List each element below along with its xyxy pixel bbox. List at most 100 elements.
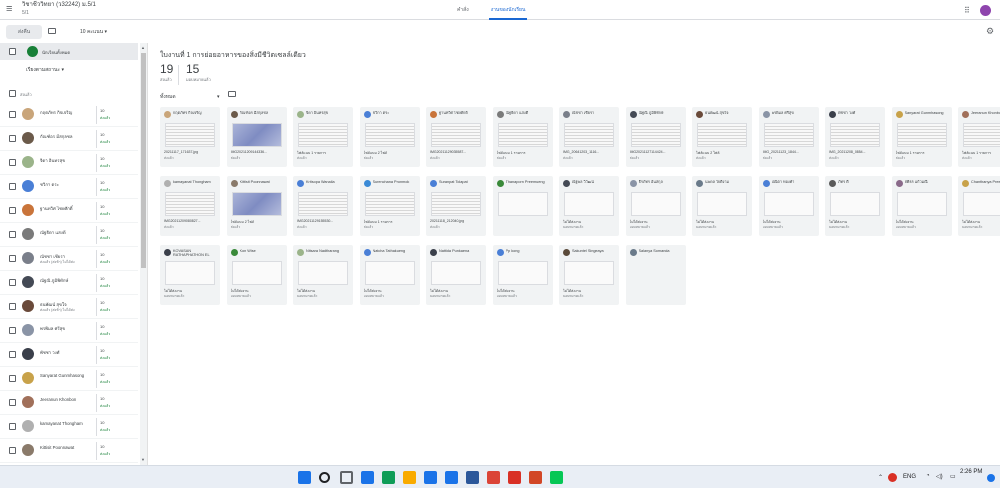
score-value[interactable]: 10 <box>100 300 104 305</box>
student-row[interactable]: ณัฐธิดา แสงดี 10 ส่งแล้ว <box>0 223 138 247</box>
submission-card[interactable]: ณัฐธิดา แสงดี ไฟล์แนบ 1 รายการ ส่งแล้ว <box>492 107 553 167</box>
attachment-thumbnail[interactable] <box>165 123 215 147</box>
student-checkbox[interactable] <box>9 447 16 454</box>
attachment-thumbnail[interactable] <box>896 192 947 216</box>
attachment-thumbnail[interactable] <box>165 192 215 216</box>
attachment-thumbnail[interactable] <box>231 192 282 216</box>
attachment-thumbnail[interactable] <box>165 261 215 285</box>
submission-card[interactable]: kamayanat Thongham IMG20211209080827... ส่… <box>160 176 220 236</box>
student-row[interactable]: กฤตภัทร กิจเจริญ 10 ส่งแล้ว <box>0 103 138 127</box>
student-checkbox[interactable] <box>9 351 16 358</box>
score-value[interactable]: 10 <box>100 276 104 281</box>
score-value[interactable]: 10 <box>100 108 104 113</box>
battery-icon[interactable]: ▭ <box>950 473 956 480</box>
attachment-thumbnail[interactable] <box>364 261 415 285</box>
task-view-icon[interactable] <box>340 471 353 484</box>
search-icon[interactable] <box>319 472 330 483</box>
class-title[interactable]: วิชาชีววิทยา (ว32242) ม.5/1 <box>22 2 96 9</box>
student-row[interactable]: ฐานทวิศ ไชยศักดิ์ 10 ส่งแล้ว <box>0 199 138 223</box>
tab-instructions[interactable]: คำสั่ง <box>455 0 471 20</box>
scroll-down-icon[interactable]: ▼ <box>141 457 145 462</box>
student-row[interactable]: Jeeranun Khonbon 10 ส่งแล้ว <box>0 391 138 415</box>
student-checkbox[interactable] <box>9 207 16 214</box>
submission-card[interactable]: ณัฐณิ ภูมิพิทักษ์ IMG20211127114424... ส่ง… <box>625 107 686 167</box>
scroll-thumb[interactable] <box>141 53 146 268</box>
attachment-thumbnail[interactable] <box>497 192 548 216</box>
attachment-thumbnail[interactable] <box>298 192 348 216</box>
student-row[interactable]: Kittisit Poonnawat 10 ส่งแล้ว <box>0 439 138 463</box>
score-value[interactable]: 10 <box>100 204 104 209</box>
tab-student-work[interactable]: งานของนักเรียน <box>488 0 528 20</box>
attachment-thumbnail[interactable] <box>963 123 1000 147</box>
score-value[interactable]: 10 <box>100 324 104 329</box>
attachment-thumbnail[interactable] <box>630 123 681 147</box>
student-row[interactable]: พัชชา วงศ์ 10 ส่งแล้ว <box>0 343 138 367</box>
student-checkbox[interactable] <box>9 159 16 166</box>
score-value[interactable]: 10 <box>100 348 104 353</box>
attachment-thumbnail[interactable] <box>830 192 880 216</box>
student-checkbox[interactable] <box>9 423 16 430</box>
attachment-thumbnail[interactable] <box>431 192 481 216</box>
windows-start-icon[interactable] <box>298 471 311 484</box>
attachment-thumbnail[interactable] <box>298 123 348 147</box>
submission-card[interactable]: Kritsopa Wanaila IMG20211129155530... ส่งแ… <box>293 176 353 236</box>
submission-card[interactable]: Natcha Tathakueng ไม่ได้ส่งงาน มอบหมายแล้ว <box>359 245 420 305</box>
notification-icon[interactable] <box>987 474 995 482</box>
volume-icon[interactable]: ◁) <box>936 473 943 480</box>
language-indicator[interactable]: ENG <box>903 474 916 480</box>
score-value[interactable]: 10 <box>100 372 104 377</box>
attachment-thumbnail[interactable] <box>564 123 614 147</box>
line-icon[interactable] <box>550 471 563 484</box>
submission-card[interactable]: ปณิตา ทองคำ ไม่ได้ส่งงาน มอบหมายแล้ว <box>758 176 819 236</box>
attachment-thumbnail[interactable] <box>364 123 415 147</box>
student-checkbox[interactable] <box>9 135 16 142</box>
attachment-thumbnail[interactable] <box>963 192 1000 216</box>
score-value[interactable]: 10 <box>100 396 104 401</box>
submission-card[interactable]: ธีรภัทร อ้นสกุล ไม่ได้ส่งงาน มอบหมายแล้ว <box>625 176 686 236</box>
settings-gear-icon[interactable]: ⚙ <box>986 27 994 36</box>
attachment-thumbnail[interactable] <box>763 123 814 147</box>
menu-icon[interactable]: ≡ <box>6 4 12 15</box>
submission-card[interactable]: ภัทร ดี ไม่ได้ส่งงาน มอบหมายแล้ว <box>825 176 885 236</box>
student-row[interactable]: ชวิกา ตระ 10 ส่งแล้ว <box>0 175 138 199</box>
submission-card[interactable]: ฐานทวิศ ไชยศักดิ์ IMG20211129035587... ส่ง… <box>426 107 486 167</box>
apps-grid-icon[interactable]: ⠿ <box>964 7 970 15</box>
filter-dropdown[interactable]: ทั้งหมด ▾ <box>160 93 219 101</box>
submission-card[interactable]: Salanya Somanda <box>625 245 686 305</box>
submission-card[interactable]: Jeeranun Khonbon ไฟล์แนบ 1 รายการ ส่งแล้ว <box>958 107 1000 167</box>
student-checkbox[interactable] <box>9 255 16 262</box>
submission-card[interactable]: กัณฑ์อร มีสกุลชล IMG20211209144336... ส่งแ… <box>226 107 287 167</box>
attachment-thumbnail[interactable] <box>697 123 747 147</box>
student-checkbox[interactable] <box>9 327 16 334</box>
account-avatar[interactable] <box>980 5 991 16</box>
submission-card[interactable]: ธนพัฒน์ สุขใจ ไฟล์แนบ 2 ไฟล์ ส่งแล้ว <box>692 107 752 167</box>
file-explorer-icon[interactable] <box>403 471 416 484</box>
edge-icon[interactable] <box>382 471 395 484</box>
submission-card[interactable]: KOVASAN RATHAPHATHON EL ไม่ได้ส่งงาน มอบหม… <box>160 245 220 305</box>
clock-time[interactable]: 2:26 PM <box>960 469 982 475</box>
attachment-thumbnail[interactable] <box>497 123 548 147</box>
attachment-thumbnail[interactable] <box>364 192 415 216</box>
student-row[interactable]: พรพิมล ศรีสุข 10 ส่งแล้ว <box>0 319 138 343</box>
attachment-thumbnail[interactable] <box>431 123 481 147</box>
submission-card[interactable]: Sakuntel Singeaya ไม่ได้ส่งงาน มอบหมายแล้ว <box>559 245 619 305</box>
student-checkbox[interactable] <box>9 279 16 286</box>
student-row[interactable]: ณัชชา เชียรา ส่งแล้ว (ส่งช้า) ไม่ได้ส่ง 10… <box>0 247 138 271</box>
scroll-up-icon[interactable]: ▲ <box>141 45 145 50</box>
score-value[interactable]: 10 <box>100 180 104 185</box>
word-icon[interactable] <box>466 471 479 484</box>
powerpoint-icon[interactable] <box>529 471 542 484</box>
score-value[interactable]: 10 <box>100 420 104 425</box>
student-row[interactable]: ณัฐณิ ภูมิพิทักษ์ 10 ส่งแล้ว <box>0 271 138 295</box>
return-button[interactable]: ส่งคืน <box>6 25 42 39</box>
submission-card[interactable]: Nitsara Nadtharang ไม่ได้ส่งงาน มอบหมายแล้… <box>293 245 353 305</box>
widgets-icon[interactable] <box>361 471 374 484</box>
attachment-thumbnail[interactable] <box>497 261 548 285</box>
score-value[interactable]: 10 <box>100 132 104 137</box>
attachment-thumbnail[interactable] <box>564 261 614 285</box>
submission-card[interactable]: Kittisit Poonnawat ไฟล์แนบ 2 ไฟล์ ส่งแล้ว <box>226 176 287 236</box>
student-checkbox[interactable] <box>9 399 16 406</box>
all-students-row[interactable]: นักเรียนทั้งหมด <box>0 43 138 60</box>
email-icon[interactable] <box>48 28 56 34</box>
sidebar-scrollbar[interactable]: ▲ ▼ <box>140 43 147 465</box>
